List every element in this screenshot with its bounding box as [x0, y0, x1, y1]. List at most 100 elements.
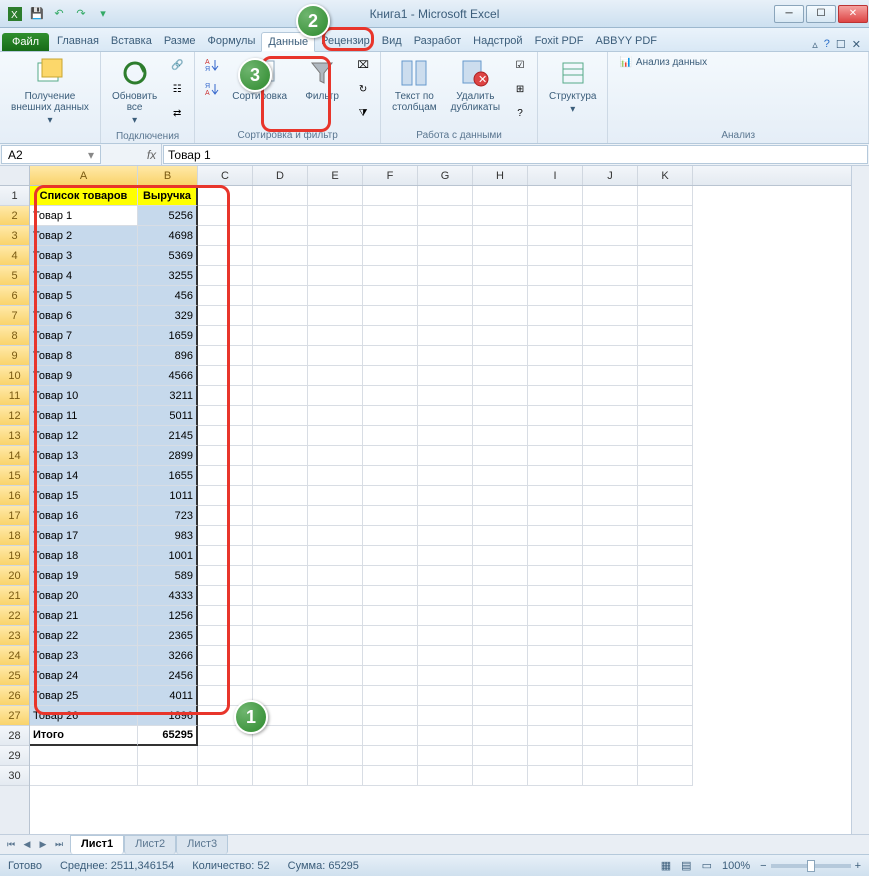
help-icon[interactable]: ? — [824, 38, 830, 51]
cell[interactable]: Товар 10 — [30, 386, 138, 406]
column-header[interactable]: J — [583, 166, 638, 185]
column-header[interactable]: H — [473, 166, 528, 185]
cell[interactable] — [363, 306, 418, 326]
properties-icon[interactable]: ☷ — [166, 78, 188, 100]
cell[interactable]: Товар 7 — [30, 326, 138, 346]
cell[interactable] — [363, 746, 418, 766]
cell[interactable] — [198, 446, 253, 466]
cell[interactable]: 1896 — [138, 706, 198, 726]
cell[interactable] — [253, 346, 308, 366]
cell[interactable] — [253, 386, 308, 406]
column-header[interactable]: G — [418, 166, 473, 185]
cell[interactable] — [253, 486, 308, 506]
cell[interactable] — [363, 186, 418, 206]
window-restore-icon[interactable]: ☐ — [836, 38, 846, 51]
ribbon-tab[interactable]: Foxit PDF — [529, 32, 590, 51]
row-header[interactable]: 1 — [0, 186, 29, 206]
cell[interactable]: 5369 — [138, 246, 198, 266]
cell[interactable] — [308, 566, 363, 586]
row-header[interactable]: 26 — [0, 686, 29, 706]
cell[interactable] — [638, 606, 693, 626]
row-header[interactable]: 8 — [0, 326, 29, 346]
column-header[interactable]: I — [528, 166, 583, 185]
cell[interactable] — [418, 666, 473, 686]
cell[interactable] — [363, 546, 418, 566]
cell[interactable] — [583, 526, 638, 546]
cell[interactable] — [583, 346, 638, 366]
cell[interactable] — [418, 306, 473, 326]
zoom-in-icon[interactable]: + — [855, 860, 861, 872]
cell[interactable] — [363, 466, 418, 486]
cell[interactable] — [418, 546, 473, 566]
cell[interactable] — [528, 306, 583, 326]
cell[interactable] — [308, 766, 363, 786]
sheet-nav-first-icon[interactable]: ⏮ — [4, 838, 18, 852]
cell[interactable] — [198, 346, 253, 366]
cell[interactable]: Товар 14 — [30, 466, 138, 486]
cell[interactable] — [308, 446, 363, 466]
cell[interactable] — [363, 666, 418, 686]
cell[interactable] — [308, 386, 363, 406]
cell[interactable] — [418, 586, 473, 606]
cell[interactable]: Товар 18 — [30, 546, 138, 566]
cell[interactable] — [528, 286, 583, 306]
cell[interactable] — [308, 226, 363, 246]
cell[interactable]: 589 — [138, 566, 198, 586]
cell[interactable] — [198, 366, 253, 386]
cell[interactable] — [473, 706, 528, 726]
cell[interactable] — [308, 306, 363, 326]
cell[interactable] — [528, 546, 583, 566]
cell[interactable]: 2899 — [138, 446, 198, 466]
zoom-slider[interactable]: − + — [760, 860, 861, 872]
cell[interactable] — [638, 426, 693, 446]
cell[interactable]: Товар 23 — [30, 646, 138, 666]
cell[interactable] — [253, 286, 308, 306]
cell[interactable] — [363, 206, 418, 226]
qat-more-icon[interactable]: ▾ — [94, 5, 112, 23]
reapply-icon[interactable]: ↻ — [352, 78, 374, 100]
cell[interactable] — [638, 266, 693, 286]
cell[interactable]: Товар 12 — [30, 426, 138, 446]
row-header[interactable]: 23 — [0, 626, 29, 646]
view-pagebreak-icon[interactable]: ▭ — [702, 859, 712, 872]
cell[interactable] — [418, 186, 473, 206]
cell[interactable] — [473, 366, 528, 386]
cell[interactable] — [473, 486, 528, 506]
ribbon-minimize-icon[interactable]: ▵ — [812, 38, 818, 51]
cell[interactable] — [418, 446, 473, 466]
cell[interactable] — [363, 246, 418, 266]
cell[interactable] — [418, 266, 473, 286]
row-header[interactable]: 27 — [0, 706, 29, 726]
cell[interactable] — [198, 546, 253, 566]
cell[interactable]: 65295 — [138, 726, 198, 746]
cell[interactable] — [583, 206, 638, 226]
cell[interactable] — [638, 686, 693, 706]
text-to-columns-button[interactable]: Текст по столбцам — [387, 54, 442, 116]
cell[interactable]: Товар 5 — [30, 286, 138, 306]
cell[interactable]: Товар 13 — [30, 446, 138, 466]
cell[interactable] — [418, 646, 473, 666]
row-header[interactable]: 4 — [0, 246, 29, 266]
cell[interactable] — [418, 466, 473, 486]
cell[interactable] — [473, 266, 528, 286]
cell[interactable] — [363, 506, 418, 526]
row-header[interactable]: 17 — [0, 506, 29, 526]
cell[interactable] — [30, 746, 138, 766]
row-header[interactable]: 19 — [0, 546, 29, 566]
cell[interactable] — [253, 506, 308, 526]
cell[interactable] — [253, 426, 308, 446]
sheet-tab[interactable]: Лист2 — [124, 835, 176, 854]
sort-asc-icon[interactable]: АЯ — [201, 54, 223, 76]
cell[interactable] — [418, 326, 473, 346]
cell[interactable] — [308, 706, 363, 726]
cell[interactable] — [638, 626, 693, 646]
dropdown-icon[interactable]: ▾ — [88, 148, 94, 162]
cell[interactable] — [308, 606, 363, 626]
view-layout-icon[interactable]: ▤ — [681, 859, 691, 872]
cell[interactable] — [638, 566, 693, 586]
cell[interactable] — [638, 186, 693, 206]
cell[interactable]: Товар 9 — [30, 366, 138, 386]
cell[interactable] — [308, 266, 363, 286]
save-icon[interactable]: 💾 — [28, 5, 46, 23]
cell[interactable] — [638, 766, 693, 786]
